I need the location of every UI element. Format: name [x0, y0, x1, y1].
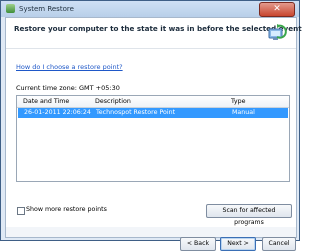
column-date-time[interactable]: Date and Time — [23, 98, 69, 105]
cell-type: Manual — [232, 109, 255, 116]
footer-band — [6, 227, 296, 237]
help-link[interactable]: How do I choose a restore point? — [16, 63, 123, 71]
title-bar: System Restore ✕ — [1, 1, 299, 17]
cancel-button[interactable]: Cancel — [262, 237, 296, 251]
wizard-content: Restore your computer to the state it wa… — [5, 17, 302, 251]
show-more-checkbox[interactable] — [17, 207, 25, 215]
table-header: Date and Time Description Type — [17, 96, 289, 108]
header: Restore your computer to the state it wa… — [6, 18, 302, 49]
next-button[interactable]: Next > — [220, 237, 256, 251]
cell-date-time: 26-01-2011 22:06:24 — [24, 109, 91, 116]
window-title: System Restore — [19, 5, 74, 13]
close-button[interactable]: ✕ — [259, 2, 295, 17]
system-restore-window: System Restore ✕ Restore your computer t… — [0, 0, 302, 251]
current-time-zone: Current time zone: GMT +05:30 — [16, 84, 120, 92]
restore-points-table[interactable]: Date and Time Description Type 26-01-201… — [16, 95, 290, 182]
scan-affected-programs-button[interactable]: Scan for affected programs — [206, 204, 292, 226]
system-restore-icon — [6, 4, 15, 13]
page-heading: Restore your computer to the state it wa… — [14, 24, 302, 33]
column-type[interactable]: Type — [231, 98, 245, 105]
table-row[interactable]: 26-01-2011 22:06:24 Technospot Restore P… — [18, 108, 288, 118]
cell-description: Technospot Restore Point — [96, 109, 176, 116]
show-more-label[interactable]: Show more restore points — [26, 206, 107, 213]
column-description[interactable]: Description — [95, 98, 131, 105]
computer-restore-icon — [268, 24, 287, 40]
back-button[interactable]: < Back — [180, 237, 216, 251]
